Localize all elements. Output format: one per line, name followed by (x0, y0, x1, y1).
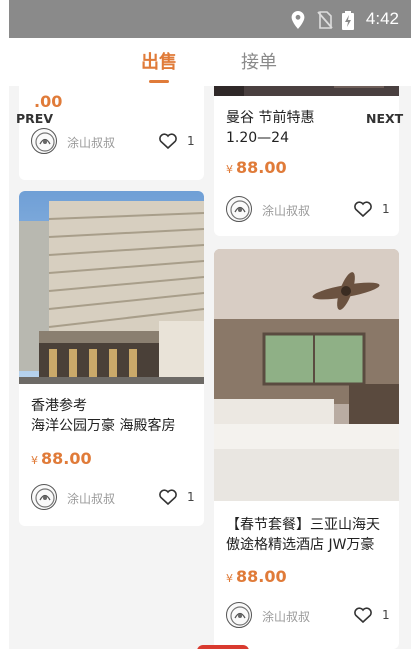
listing-title: 曼谷 节前特惠 1.20—24 (226, 110, 315, 146)
listing-image[interactable] (214, 86, 399, 96)
tab-sell[interactable]: 出售 (141, 48, 177, 74)
hotel-photo (19, 191, 204, 384)
next-button[interactable]: NEXT (366, 111, 403, 126)
avatar[interactable] (31, 128, 57, 154)
listing-price: ¥88.00 (226, 567, 287, 586)
location-icon (291, 11, 305, 29)
tab-orders[interactable]: 接单 (241, 48, 277, 74)
listing-title: 【春节套餐】三亚山海天 傲途格精选酒店 JW万豪 (226, 517, 380, 553)
prev-button[interactable]: PREV (16, 111, 53, 126)
avatar[interactable] (226, 196, 252, 222)
hotel-photo (214, 249, 399, 501)
avatar-logo-icon (35, 132, 55, 152)
heart-icon[interactable] (159, 489, 177, 505)
avatar-logo-icon (230, 606, 250, 626)
like-count: 1 (382, 202, 390, 216)
author-name: 涂山叔叔 (262, 204, 311, 218)
listing-image[interactable] (19, 191, 204, 384)
avatar[interactable] (226, 602, 252, 628)
no-sim-icon (317, 11, 333, 29)
listing-price: ¥88.00 (31, 449, 92, 468)
listing-card[interactable]: .00 涂山叔叔 1 (19, 86, 204, 180)
avatar-logo-icon (35, 488, 55, 508)
tab-bar: 出售 接单 (9, 38, 411, 86)
hotel-photo (214, 86, 399, 96)
avatar-logo-icon (230, 200, 250, 220)
status-bar: 4:42 (9, 0, 411, 38)
heart-icon[interactable] (354, 201, 372, 217)
listing-card[interactable]: 香港参考 海洋公园万豪 海殿客房 ¥88.00 涂山叔叔 1 (19, 191, 204, 526)
floating-action-button[interactable] (197, 645, 249, 649)
listing-grid[interactable]: .00 涂山叔叔 1 曼谷 节前特惠 1.20—24 ¥ 88.00 涂山叔叔 … (9, 86, 411, 649)
listing-card[interactable]: 曼谷 节前特惠 1.20—24 ¥88.00 涂山叔叔 1 (214, 86, 399, 236)
avatar[interactable] (31, 484, 57, 510)
like-count: 1 (187, 490, 195, 504)
like-count: 1 (382, 608, 390, 622)
author-name: 涂山叔叔 (262, 610, 311, 624)
app-screen: 4:42 出售 接单 .00 涂山叔叔 1 曼谷 节前特惠 1.20—24 ¥ … (9, 0, 411, 649)
heart-icon[interactable] (159, 133, 177, 149)
listing-title: 香港参考 海洋公园万豪 海殿客房 (31, 398, 176, 434)
active-tab-indicator (149, 80, 169, 83)
battery-charging-icon (342, 11, 354, 30)
author-name: 涂山叔叔 (67, 136, 116, 150)
listing-price: ¥88.00 (226, 158, 287, 177)
listing-image[interactable] (214, 249, 399, 501)
status-time: 4:42 (365, 9, 399, 28)
heart-icon[interactable] (354, 607, 372, 623)
listing-price: .00 (34, 92, 63, 111)
listing-card[interactable]: 【春节套餐】三亚山海天 傲途格精选酒店 JW万豪 ¥88.00 涂山叔叔 1 (214, 249, 399, 649)
author-name: 涂山叔叔 (67, 492, 116, 506)
like-count: 1 (187, 134, 195, 148)
